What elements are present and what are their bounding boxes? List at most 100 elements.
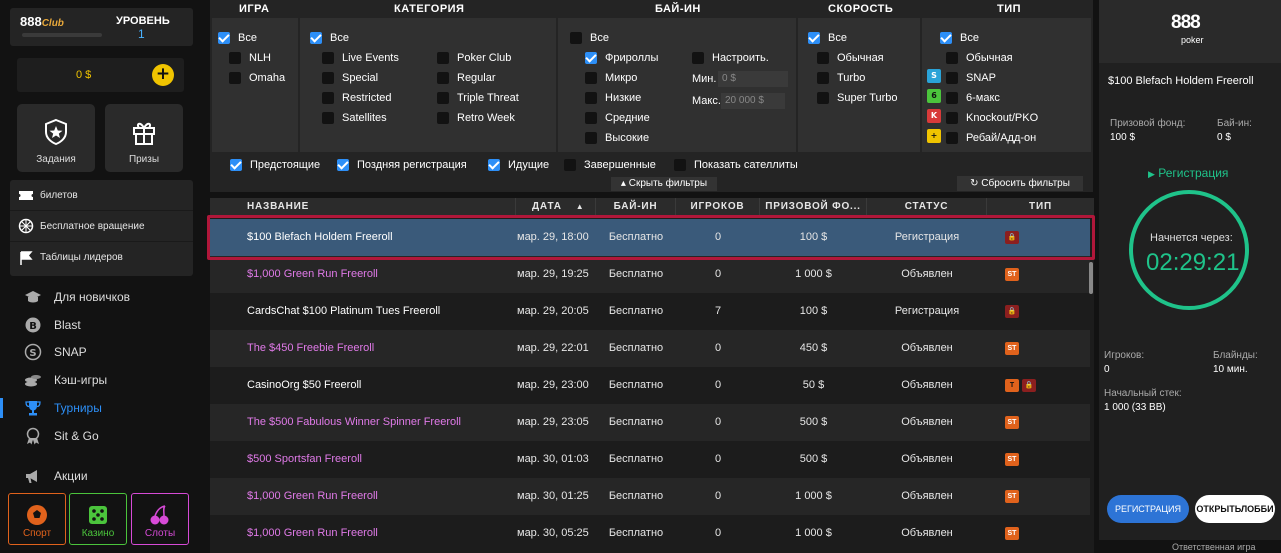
late-registration-checkbox[interactable]: Поздняя регистрация (337, 159, 467, 171)
responsible-gaming-link[interactable]: Ответственная игра (1172, 542, 1255, 552)
nav-tournaments[interactable]: Турниры (0, 394, 203, 422)
lock-icon: 🔒 (1005, 304, 1019, 318)
category-poker-club-checkbox[interactable]: Poker Club (437, 52, 511, 64)
cell-players: 0 (714, 342, 722, 354)
leaderboards-menu-item[interactable]: Таблицы лидеров (10, 242, 193, 273)
category-regular-checkbox[interactable]: Regular (437, 72, 496, 84)
buyin-custom-checkbox[interactable]: Настроить. (692, 52, 769, 64)
open-lobby-button[interactable]: ОТКРЫТЬЛОББИ (1195, 495, 1275, 523)
buyin-low-checkbox[interactable]: Низкие (585, 92, 641, 104)
running-checkbox[interactable]: Идущие (488, 159, 549, 171)
type-knockout-checkbox[interactable]: Knockout/PKO (946, 112, 1038, 124)
nav-blast[interactable]: B Blast (0, 311, 203, 339)
finished-checkbox[interactable]: Завершенные (564, 159, 656, 171)
category-special-checkbox[interactable]: Special (322, 72, 378, 84)
nav-snap[interactable]: S SNAP (0, 338, 203, 366)
cell-status: Объявлен (901, 490, 953, 502)
category-retro-week-checkbox[interactable]: Retro Week (437, 112, 515, 124)
speed-super-turbo-checkbox[interactable]: Super Turbo (817, 92, 898, 104)
register-button[interactable]: РЕГИСТРАЦИЯ (1107, 495, 1189, 523)
tickets-menu-item[interactable]: билетов (10, 180, 193, 211)
nav-beginners[interactable]: Для новичков (0, 283, 203, 311)
buyin-min-input[interactable]: 0 $ (718, 71, 788, 87)
free-spin-menu-item[interactable]: Бесплатное вращение (10, 211, 193, 242)
hide-filters-button[interactable]: ▴ Скрыть фильтры (611, 177, 717, 191)
cell-players: 0 (714, 453, 722, 465)
add-funds-button[interactable]: + (152, 64, 174, 86)
medal-icon (26, 427, 40, 445)
column-buyin[interactable]: БАЙ-ИН (596, 198, 676, 216)
cell-type: ST (1005, 478, 1065, 515)
type-6max-checkbox[interactable]: 6-макс (946, 92, 1000, 104)
buyin-max-input[interactable]: 20 000 $ (721, 93, 785, 109)
column-prize[interactable]: ПРИЗОВОЙ ФО... (760, 198, 867, 216)
speed-turbo-checkbox[interactable]: Turbo (817, 72, 865, 84)
table-scrollbar[interactable] (1089, 262, 1093, 294)
sort-asc-icon: ▲ (575, 202, 585, 211)
game-omaha-checkbox[interactable]: Omaha (229, 72, 285, 84)
lock-icon: 🔒 (1022, 378, 1036, 392)
prizes-tile[interactable]: Призы (105, 104, 183, 172)
table-row[interactable]: $1,000 Green Run Freeroll мар. 29, 19:25 Б… (210, 256, 1090, 293)
cell-status: Объявлен (901, 416, 953, 428)
upcoming-checkbox[interactable]: Предстоящие (230, 159, 320, 171)
show-satellites-checkbox[interactable]: Показать сателлиты (674, 159, 798, 171)
column-name[interactable]: НАЗВАНИЕ (210, 198, 516, 216)
table-row[interactable]: $1,000 Green Run Freeroll мар. 30, 01:25 Б… (210, 478, 1090, 515)
nav-cash-games[interactable]: Кэш-игры (0, 366, 203, 394)
nav-promotions[interactable]: Акции (0, 462, 203, 490)
satellite-tag-icon: ST (1005, 489, 1019, 503)
type-all-checkbox[interactable]: Все (940, 32, 979, 44)
type-snap-checkbox[interactable]: SNAP (946, 72, 996, 84)
cell-buyin: Бесплатно (608, 268, 664, 280)
sport-product-button[interactable]: Спорт (8, 493, 66, 545)
table-row[interactable]: $500 Sportsfan Freeroll мар. 30, 01:03 Бес… (210, 441, 1090, 478)
satellite-tag-icon: ST (1005, 267, 1019, 281)
nav-promotions-label: Акции (54, 469, 88, 483)
game-all-checkbox[interactable]: Все (218, 32, 257, 44)
missions-tile[interactable]: Задания (17, 104, 95, 172)
category-triple-threat-checkbox[interactable]: Triple Threat (437, 92, 519, 104)
ticket-tag-icon: T (1005, 378, 1019, 392)
casino-product-button[interactable]: Казино (69, 493, 127, 545)
cell-prize: 1 000 $ (795, 490, 832, 502)
filter-header-buyin: БАЙ-ИН (655, 3, 701, 15)
nav-sit-go[interactable]: Sit & Go (0, 422, 203, 450)
speed-regular-checkbox[interactable]: Обычная (817, 52, 884, 64)
cell-name: CardsChat $100 Platinum Tues Freeroll (247, 305, 441, 317)
slots-label: Слоты (144, 528, 176, 539)
buyin-freerolls-checkbox[interactable]: Фрироллы (585, 52, 658, 64)
category-live-events-checkbox[interactable]: Live Events (322, 52, 399, 64)
reset-filters-button[interactable]: ↻ Сбросить фильтры (957, 176, 1083, 191)
column-status[interactable]: СТАТУС (867, 198, 987, 216)
cell-buyin: Бесплатно (608, 453, 664, 465)
table-row[interactable]: $1,000 Green Run Freeroll мар. 30, 05:25 Б… (210, 515, 1090, 552)
category-satellites-checkbox[interactable]: Satellites (322, 112, 387, 124)
buyin-medium-checkbox[interactable]: Средние (585, 112, 650, 124)
table-row[interactable]: The $450 Freebie Freeroll мар. 29, 22:01 Б… (210, 330, 1090, 367)
nav-blast-label: Blast (54, 318, 81, 332)
cell-name: $500 Sportsfan Freeroll (247, 453, 362, 465)
buyin-min-label: Мин. (692, 73, 717, 85)
table-row[interactable]: The $500 Fabulous Winner Spinner Freerol… (210, 404, 1090, 441)
column-date[interactable]: ДАТА ▲ (516, 198, 596, 216)
tickets-label: билетов (40, 189, 78, 201)
category-restricted-checkbox[interactable]: Restricted (322, 92, 392, 104)
slots-product-button[interactable]: Слоты (131, 493, 189, 545)
buyin-all-checkbox[interactable]: Все (570, 32, 609, 44)
table-row[interactable]: CasinoOrg $50 Freeroll мар. 29, 23:00 Бесп… (210, 367, 1090, 404)
buyin-high-checkbox[interactable]: Высокие (585, 132, 649, 144)
category-all-checkbox[interactable]: Все (310, 32, 349, 44)
column-type[interactable]: ТИП (987, 198, 1094, 216)
game-nlh-checkbox[interactable]: NLH (229, 52, 271, 64)
buyin-micro-checkbox[interactable]: Микро (585, 72, 637, 84)
cell-prize: 450 $ (799, 342, 828, 354)
type-rebuy-checkbox[interactable]: Ребай/Адд-он (946, 132, 1036, 144)
cell-type: ST (1005, 441, 1065, 478)
cell-name: $1,000 Green Run Freeroll (247, 490, 378, 502)
column-players[interactable]: ИГРОКОВ (676, 198, 760, 216)
table-row[interactable]: CardsChat $100 Platinum Tues Freeroll мар… (210, 293, 1090, 330)
speed-all-checkbox[interactable]: Все (808, 32, 847, 44)
star-badge-icon (45, 118, 67, 146)
type-regular-checkbox[interactable]: Обычная (946, 52, 1013, 64)
